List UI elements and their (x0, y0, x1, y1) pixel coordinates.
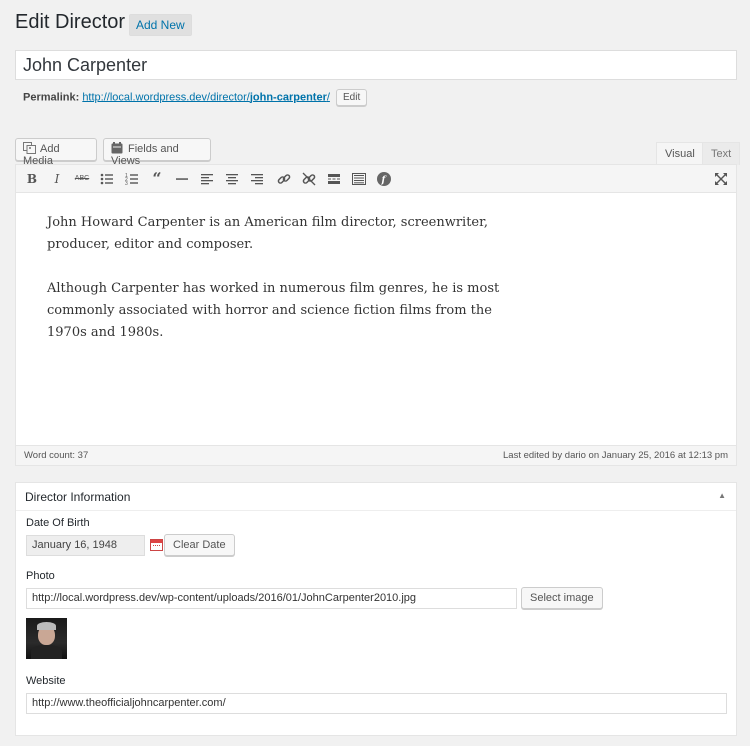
types-fields-icon[interactable]: f (376, 171, 392, 187)
photo-thumbnail (26, 618, 67, 659)
tab-visual[interactable]: Visual (656, 142, 704, 165)
post-title-input[interactable]: John Carpenter (15, 50, 737, 80)
horizontal-rule-icon[interactable] (174, 171, 190, 187)
add-media-button[interactable]: Add Media (15, 138, 97, 167)
editor-statusbar: Word count: 37 Last edited by dario on J… (16, 445, 736, 465)
editor-content[interactable]: John Howard Carpenter is an American fil… (16, 193, 736, 385)
director-information-box: Director Information ▲ Date Of Birth Jan… (15, 482, 737, 736)
website-label: Website (26, 675, 66, 687)
word-count: Word count: 37 (24, 450, 89, 461)
fields-and-views-button[interactable]: Fields and Views (103, 138, 211, 167)
photo-input[interactable]: http://local.wordpress.dev/wp-content/up… (26, 588, 517, 609)
collapse-arrow-icon[interactable]: ▲ (718, 491, 726, 500)
tab-text[interactable]: Text (702, 142, 741, 165)
add-media-icon (23, 142, 36, 154)
permalink-label: Permalink: (23, 91, 80, 104)
dob-label: Date Of Birth (26, 517, 90, 529)
content-paragraph-1: John Howard Carpenter is an American fil… (47, 215, 489, 252)
permalink-edit-button[interactable]: Edit (335, 89, 368, 106)
align-left-icon[interactable] (199, 171, 215, 187)
fullscreen-icon[interactable] (713, 171, 729, 187)
editor: B I ABC 123 “ f John Howard Carpenter is… (15, 164, 737, 466)
add-new-button[interactable]: Add New (129, 14, 192, 36)
permalink-row: Permalink: http://local.wordpress.dev/di… (23, 89, 368, 106)
strikethrough-icon[interactable]: ABC (74, 171, 90, 187)
read-more-icon[interactable] (326, 171, 342, 187)
remove-link-icon[interactable] (301, 171, 317, 187)
bold-icon[interactable]: B (24, 171, 40, 187)
editor-toolbar: B I ABC 123 “ f (16, 165, 736, 193)
align-right-icon[interactable] (249, 171, 265, 187)
director-information-header[interactable]: Director Information ▲ (16, 483, 736, 511)
calendar-icon[interactable] (150, 539, 163, 551)
photo-label: Photo (26, 570, 55, 582)
toolbar-toggle-icon[interactable] (351, 171, 367, 187)
content-paragraph-2: Although Carpenter has worked in numerou… (47, 281, 500, 340)
numbered-list-icon[interactable]: 123 (124, 171, 140, 187)
blockquote-icon[interactable]: “ (149, 171, 165, 187)
permalink-link[interactable]: http://local.wordpress.dev/director/john… (82, 91, 330, 103)
bulleted-list-icon[interactable] (99, 171, 115, 187)
svg-text:3: 3 (125, 181, 128, 187)
page-title: Edit Director (15, 11, 126, 33)
website-input[interactable]: http://www.theofficialjohncarpenter.com/ (26, 693, 727, 714)
director-information-title: Director Information (25, 490, 131, 504)
clear-date-button[interactable]: Clear Date (164, 534, 235, 556)
align-center-icon[interactable] (224, 171, 240, 187)
select-image-button[interactable]: Select image (521, 587, 603, 609)
fields-and-views-icon (111, 142, 123, 154)
insert-link-icon[interactable] (276, 171, 292, 187)
dob-input[interactable]: January 16, 1948 (26, 535, 145, 556)
italic-icon[interactable]: I (49, 171, 65, 187)
last-edited: Last edited by dario on January 25, 2016… (503, 450, 728, 461)
